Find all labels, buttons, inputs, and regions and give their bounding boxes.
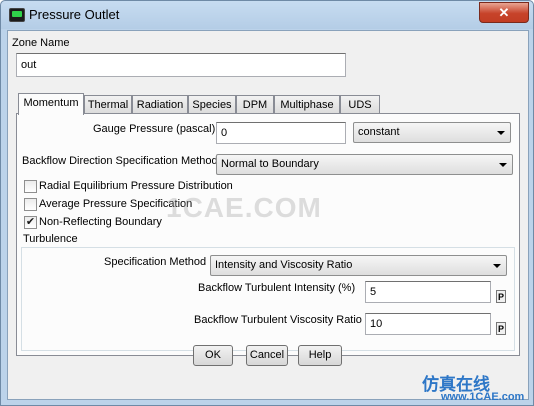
backflow-direction-label: Backflow Direction Specification Method bbox=[22, 155, 218, 167]
tab-dpm[interactable]: DPM bbox=[236, 95, 274, 113]
ok-button[interactable]: OK bbox=[193, 345, 233, 366]
non-reflecting-checkbox[interactable]: ✔ bbox=[24, 216, 37, 229]
viscosity-parameter-button[interactable]: P bbox=[496, 322, 506, 335]
checkmark-icon: ✔ bbox=[25, 216, 36, 228]
close-button[interactable]: ✕ bbox=[479, 2, 529, 23]
dialog-window: Pressure Outlet ✕ Zone Name out Momentum… bbox=[0, 0, 534, 406]
turbulence-group: Specification Method Intensity and Visco… bbox=[21, 247, 515, 351]
turbulent-intensity-label: Backflow Turbulent Intensity (%) bbox=[198, 282, 356, 294]
turbulence-group-label: Turbulence bbox=[23, 233, 78, 245]
watermark-text: 1CAE.COM bbox=[166, 192, 322, 223]
backflow-direction-dropdown[interactable]: Normal to Boundary bbox=[216, 154, 513, 175]
spec-method-label: Specification Method bbox=[104, 256, 207, 268]
spec-method-value: Intensity and Viscosity Ratio bbox=[215, 259, 353, 271]
turbulent-viscosity-input[interactable]: 10 bbox=[365, 313, 491, 335]
spec-method-dropdown[interactable]: Intensity and Viscosity Ratio bbox=[210, 255, 507, 276]
tab-multiphase[interactable]: Multiphase bbox=[274, 95, 340, 113]
tab-momentum[interactable]: Momentum bbox=[18, 93, 84, 115]
momentum-panel: Gauge Pressure (pascal) 0 constant Backf… bbox=[16, 113, 520, 356]
non-reflecting-label: Non-Reflecting Boundary bbox=[39, 216, 162, 228]
zone-name-input[interactable]: out bbox=[16, 53, 346, 77]
tab-thermal[interactable]: Thermal bbox=[84, 95, 132, 113]
turbulent-intensity-input[interactable]: 5 bbox=[365, 281, 491, 303]
help-button[interactable]: Help bbox=[298, 345, 342, 366]
zone-name-label: Zone Name bbox=[12, 37, 70, 49]
cancel-button[interactable]: Cancel bbox=[246, 345, 288, 366]
radial-equilibrium-checkbox[interactable] bbox=[24, 180, 37, 193]
average-pressure-checkbox[interactable] bbox=[24, 198, 37, 211]
tab-uds[interactable]: UDS bbox=[340, 95, 380, 113]
gauge-pressure-label: Gauge Pressure (pascal) bbox=[93, 123, 216, 135]
app-icon bbox=[9, 8, 25, 22]
intensity-parameter-button[interactable]: P bbox=[496, 290, 506, 303]
chevron-down-icon bbox=[497, 131, 505, 135]
gauge-pressure-input[interactable]: 0 bbox=[216, 122, 346, 144]
gauge-pressure-profile-dropdown[interactable]: constant bbox=[353, 122, 511, 143]
chevron-down-icon bbox=[493, 264, 501, 268]
tab-radiation[interactable]: Radiation bbox=[132, 95, 188, 113]
radial-equilibrium-label: Radial Equilibrium Pressure Distribution bbox=[39, 180, 233, 192]
backflow-direction-value: Normal to Boundary bbox=[221, 158, 319, 170]
tab-species[interactable]: Species bbox=[188, 95, 236, 113]
turbulent-viscosity-label: Backflow Turbulent Viscosity Ratio bbox=[194, 314, 362, 326]
gauge-pressure-profile-value: constant bbox=[358, 126, 400, 138]
watermark-logo-en: www.1CAE.com bbox=[441, 391, 525, 403]
window-title: Pressure Outlet bbox=[29, 7, 120, 22]
chevron-down-icon bbox=[499, 163, 507, 167]
title-bar[interactable]: Pressure Outlet ✕ bbox=[1, 1, 533, 29]
